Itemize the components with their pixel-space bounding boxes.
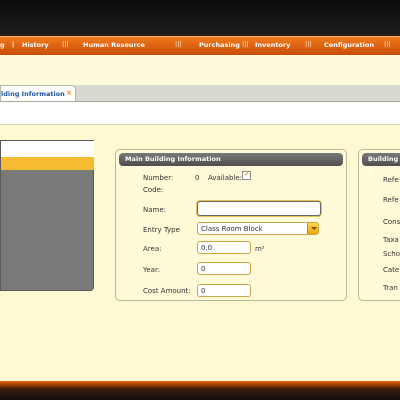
menu-separator: |||: [305, 41, 312, 48]
menu-item-purchasing[interactable]: Purchasing: [199, 41, 240, 49]
field-label: Refe: [383, 176, 399, 184]
dropdown-arrow-icon[interactable]: [307, 223, 318, 234]
field-label: Taxa: [383, 236, 399, 244]
available-label: Available:: [208, 174, 243, 182]
field-label: Refe: [383, 196, 399, 204]
field-label: Cate: [383, 266, 400, 274]
tab-label: lding Information: [1, 90, 65, 98]
list-header: [1, 141, 94, 157]
menu-separator: |||: [175, 41, 182, 48]
app-header: [0, 0, 400, 36]
header-spacer: [0, 55, 400, 85]
entry-type-select[interactable]: Class Room Block: [197, 222, 319, 235]
menu-item-history[interactable]: History: [22, 41, 49, 49]
menu-separator-icon: ǀ: [12, 41, 15, 48]
field-label: Scho: [383, 250, 400, 258]
cost-amount-label: Cost Amount:: [143, 287, 191, 295]
menu-item-human-resource[interactable]: Human Resource: [83, 41, 145, 49]
menu-item-configuration[interactable]: Configuration: [324, 41, 374, 49]
available-checkbox[interactable]: ✓: [242, 169, 251, 180]
name-label: Name:: [143, 206, 167, 214]
menu-separator: |||: [384, 41, 391, 48]
cost-amount-input[interactable]: 0: [197, 284, 251, 297]
check-icon: ✓: [244, 169, 251, 178]
fieldset-legend: Building I: [362, 153, 400, 176]
building-fieldset-partial: Building I Refe Refe Cons Taxa Scho Cate…: [358, 149, 400, 301]
menu-item-inventory[interactable]: Inventory: [255, 41, 290, 49]
number-label: Number:: [143, 174, 174, 182]
footer-bar: [0, 381, 400, 400]
toolbar-area: [0, 102, 400, 125]
number-value: 0: [195, 174, 200, 182]
area-label: Area:: [143, 245, 162, 253]
year-input[interactable]: 0: [197, 262, 251, 275]
field-label: Cons: [383, 218, 400, 226]
area-input[interactable]: 0.0: [197, 241, 251, 254]
fieldset-legend: Main Building Information: [119, 153, 343, 166]
left-list-panel: [0, 140, 94, 291]
main-building-fieldset: Main Building Information Number: 0 Avai…: [115, 149, 347, 301]
field-label: Tran: [383, 284, 398, 292]
tab-building-information[interactable]: lding Information ×: [0, 85, 76, 101]
entry-type-value: Class Room Block: [201, 225, 263, 233]
area-unit: m²: [255, 245, 265, 253]
list-item-selected[interactable]: [1, 157, 94, 170]
year-label: Year:: [143, 266, 161, 274]
menu-separator: |||: [242, 41, 249, 48]
entry-type-label: Entry Type: [143, 226, 180, 234]
tab-close-icon[interactable]: ×: [66, 89, 72, 97]
menu-item-partial[interactable]: g: [0, 41, 5, 49]
code-label: Code:: [143, 186, 164, 194]
menu-separator: |||: [62, 41, 69, 48]
name-input[interactable]: [197, 201, 321, 216]
main-menu-bar: g ǀ History ||| Human Resource ||| Purch…: [0, 36, 400, 56]
